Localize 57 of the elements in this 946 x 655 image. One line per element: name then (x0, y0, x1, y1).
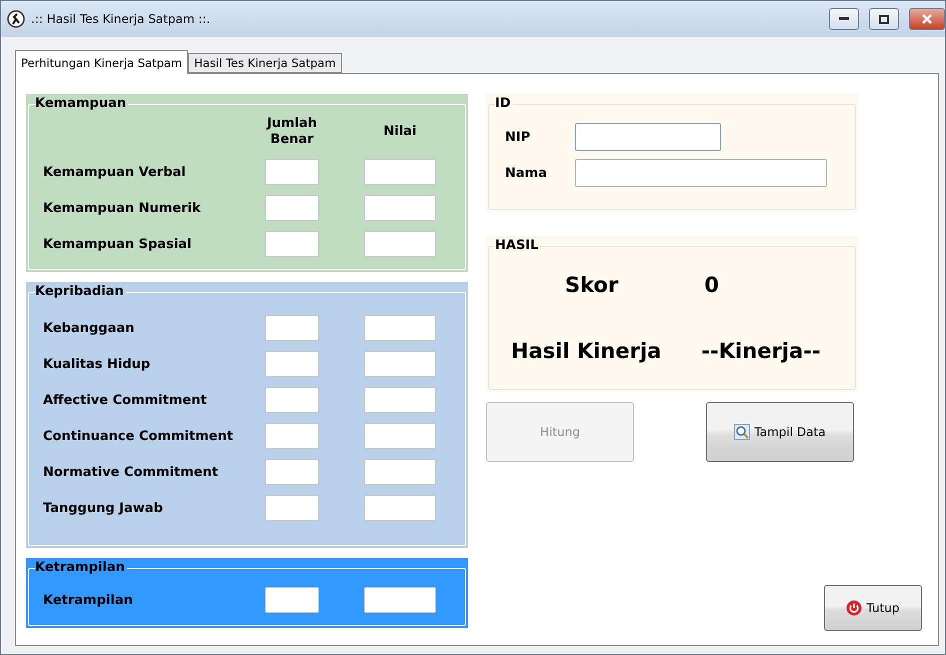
column-header: Nilai (382, 124, 418, 140)
search-icon (734, 424, 750, 440)
row-label: Kemampuan Spasial (42, 236, 193, 252)
input-field[interactable] (265, 351, 319, 377)
input-field[interactable] (265, 587, 319, 613)
score-label: Skor (565, 273, 618, 297)
show-data-button[interactable]: Tampil Data (706, 402, 854, 462)
input-field[interactable] (265, 423, 319, 449)
column-header: Jumlah Benar (265, 116, 318, 148)
row-label: Kebanggaan (42, 320, 136, 336)
input-field[interactable] (265, 231, 319, 257)
input-field[interactable] (364, 159, 436, 185)
row-label: Ketrampilan (42, 592, 134, 608)
app-icon (7, 10, 25, 28)
tab[interactable]: Perhitungan Kinerja Satpam (15, 50, 188, 74)
input-field[interactable] (575, 123, 721, 151)
input-field[interactable] (265, 159, 319, 185)
close-button[interactable] (909, 8, 945, 30)
close-icon (922, 14, 932, 24)
input-field[interactable] (364, 231, 436, 257)
row-label: Kualitas Hidup (42, 356, 152, 372)
field-label: Nama (504, 166, 548, 180)
input-field[interactable] (364, 423, 436, 449)
maximize-icon (879, 14, 889, 24)
input-field[interactable] (364, 387, 436, 413)
input-field[interactable] (265, 459, 319, 485)
input-field[interactable] (364, 195, 436, 221)
input-field[interactable] (265, 315, 319, 341)
group-title: Kepribadian (35, 284, 126, 299)
close-app-button[interactable]: Tutup (824, 585, 922, 631)
input-field[interactable] (364, 587, 436, 613)
row-label: Kemampuan Verbal (42, 164, 187, 180)
input-field[interactable] (265, 495, 319, 521)
row-label: Affective Commitment (42, 392, 208, 408)
input-field[interactable] (364, 351, 436, 377)
score-value: 0 (704, 273, 719, 297)
result-label: Hasil Kinerja (511, 339, 662, 363)
row-label: Normative Commitment (42, 464, 220, 480)
minimize-icon (839, 17, 849, 21)
maximize-button[interactable] (869, 8, 899, 30)
window-title: .:: Hasil Tes Kinerja Satpam ::. (31, 12, 212, 26)
row-label: Kemampuan Numerik (42, 200, 202, 216)
input-field[interactable] (364, 459, 436, 485)
input-field[interactable] (364, 315, 436, 341)
row-label: Tanggung Jawab (42, 500, 164, 516)
minimize-button[interactable] (829, 8, 859, 30)
input-field[interactable] (265, 195, 319, 221)
group-title: Kemampuan (35, 96, 128, 111)
field-label: NIP (504, 130, 532, 144)
power-icon (846, 600, 862, 616)
input-field[interactable] (575, 159, 827, 187)
input-field[interactable] (265, 387, 319, 413)
tab[interactable]: Hasil Tes Kinerja Satpam (188, 53, 342, 73)
group-title: Ketrampilan (35, 560, 127, 575)
input-field[interactable] (364, 495, 436, 521)
row-label: Continuance Commitment (42, 428, 234, 444)
result-value: --Kinerja-- (701, 339, 821, 363)
